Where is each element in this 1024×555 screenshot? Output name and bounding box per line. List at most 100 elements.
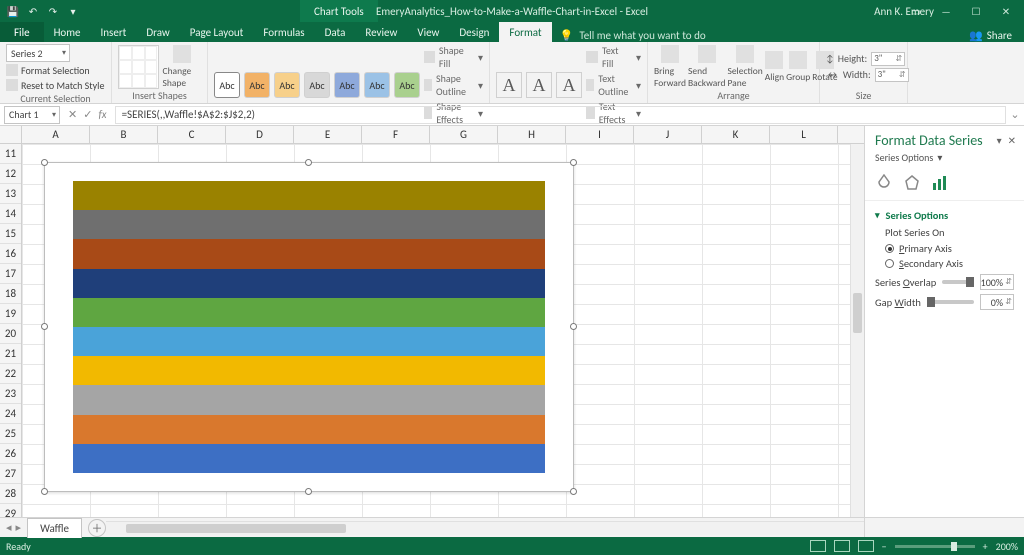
- row-header[interactable]: 13: [0, 184, 21, 204]
- fill-line-icon[interactable]: [875, 174, 893, 192]
- series-options-icon[interactable]: [931, 174, 949, 192]
- tab-file[interactable]: File: [0, 22, 44, 42]
- row-header[interactable]: 23: [0, 384, 21, 404]
- pane-close-icon[interactable]: ✕: [1008, 134, 1016, 147]
- resize-handle[interactable]: [41, 323, 48, 330]
- col-header[interactable]: K: [702, 126, 770, 143]
- sheet-nav[interactable]: ◂▸: [0, 521, 27, 534]
- shape-style-swatch[interactable]: Abc: [244, 72, 270, 98]
- vertical-scrollbar[interactable]: [850, 144, 864, 517]
- width-field[interactable]: ↔Width:3": [826, 67, 909, 83]
- chart-series-band[interactable]: [73, 385, 545, 414]
- tab-format[interactable]: Format: [499, 22, 551, 42]
- embedded-chart[interactable]: [44, 162, 574, 492]
- add-sheet-button[interactable]: ＋: [88, 519, 106, 537]
- row-header[interactable]: 15: [0, 224, 21, 244]
- col-header[interactable]: L: [770, 126, 838, 143]
- zoom-in-icon[interactable]: +: [983, 540, 988, 553]
- shape-style-gallery[interactable]: Abc Abc Abc Abc Abc Abc Abc: [214, 72, 420, 98]
- scroll-thumb[interactable]: [853, 293, 862, 333]
- row-header[interactable]: 24: [0, 404, 21, 424]
- resize-handle[interactable]: [570, 323, 577, 330]
- chart-series-band[interactable]: [73, 444, 545, 473]
- minimize-icon[interactable]: —: [932, 2, 960, 20]
- chart-plot-area[interactable]: [73, 181, 545, 473]
- expand-formula-bar-icon[interactable]: ⌄: [1006, 108, 1024, 121]
- sheet-tab-waffle[interactable]: Waffle: [27, 518, 82, 538]
- reset-style-button[interactable]: Reset to Match Style: [6, 78, 104, 92]
- shape-style-swatch[interactable]: Abc: [214, 72, 240, 98]
- row-header[interactable]: 14: [0, 204, 21, 224]
- series-options-section[interactable]: Series Options: [875, 209, 1014, 222]
- row-header[interactable]: 16: [0, 244, 21, 264]
- series-overlap-value[interactable]: 100%: [980, 274, 1014, 290]
- primary-axis-radio[interactable]: Primary Axis: [885, 242, 1014, 255]
- row-header[interactable]: 21: [0, 344, 21, 364]
- chart-series-band[interactable]: [73, 210, 545, 239]
- row-header[interactable]: 27: [0, 464, 21, 484]
- shape-style-swatch[interactable]: Abc: [274, 72, 300, 98]
- height-field[interactable]: ↕Height:3": [826, 51, 909, 67]
- tab-home[interactable]: Home: [44, 22, 91, 42]
- col-header[interactable]: J: [634, 126, 702, 143]
- zoom-level[interactable]: 200%: [996, 540, 1018, 553]
- group-objects-button[interactable]: Group: [786, 51, 810, 83]
- scroll-thumb[interactable]: [126, 524, 346, 533]
- horizontal-scrollbar[interactable]: [106, 521, 864, 535]
- row-header[interactable]: 17: [0, 264, 21, 284]
- enter-formula-icon[interactable]: ✓: [83, 108, 92, 121]
- zoom-slider[interactable]: [895, 545, 975, 548]
- row-header[interactable]: 12: [0, 164, 21, 184]
- col-header[interactable]: A: [22, 126, 90, 143]
- wordart-swatch[interactable]: A: [556, 72, 582, 98]
- chart-series-band[interactable]: [73, 415, 545, 444]
- sheet-nav-prev-icon[interactable]: ◂: [6, 521, 12, 534]
- resize-handle[interactable]: [41, 488, 48, 495]
- chart-series-band[interactable]: [73, 327, 545, 356]
- chart-series-band[interactable]: [73, 356, 545, 385]
- normal-view-icon[interactable]: [810, 540, 826, 552]
- ribbon-options-icon[interactable]: ▭: [902, 2, 930, 20]
- tab-formulas[interactable]: Formulas: [253, 22, 314, 42]
- wordart-swatch[interactable]: A: [496, 72, 522, 98]
- chart-series-band[interactable]: [73, 298, 545, 327]
- chart-element-selector[interactable]: Series 2: [6, 44, 70, 62]
- tab-view[interactable]: View: [407, 22, 449, 42]
- row-header[interactable]: 28: [0, 484, 21, 504]
- formula-input[interactable]: =SERIES(,,Waffle!$A$2:$J$2,2): [115, 106, 1006, 124]
- maximize-icon[interactable]: ☐: [962, 2, 990, 20]
- send-backward-button[interactable]: Send Backward: [688, 45, 725, 89]
- shape-style-swatch[interactable]: Abc: [394, 72, 420, 98]
- col-header[interactable]: I: [566, 126, 634, 143]
- resize-handle[interactable]: [305, 488, 312, 495]
- gap-width-value[interactable]: 0%: [980, 294, 1014, 310]
- close-icon[interactable]: ✕: [992, 2, 1020, 20]
- page-break-view-icon[interactable]: [858, 540, 874, 552]
- shape-outline-button[interactable]: Shape Outline▾: [424, 72, 483, 98]
- change-shape-button[interactable]: Change Shape: [163, 45, 202, 89]
- row-header[interactable]: 20: [0, 324, 21, 344]
- shape-style-swatch[interactable]: Abc: [304, 72, 330, 98]
- col-header[interactable]: G: [430, 126, 498, 143]
- shape-fill-button[interactable]: Shape Fill▾: [424, 44, 483, 70]
- save-icon[interactable]: 💾: [6, 4, 20, 18]
- pane-options-icon[interactable]: ▾: [997, 134, 1002, 147]
- qat-more-icon[interactable]: ▾: [66, 4, 80, 18]
- select-all-corner[interactable]: [0, 126, 22, 143]
- format-selection-button[interactable]: Format Selection: [6, 63, 90, 77]
- col-header[interactable]: F: [362, 126, 430, 143]
- col-header[interactable]: B: [90, 126, 158, 143]
- series-overlap-slider[interactable]: [942, 280, 974, 284]
- shape-gallery[interactable]: [118, 45, 159, 89]
- tell-me-search[interactable]: 💡 Tell me what you want to do: [560, 29, 706, 42]
- wordart-gallery[interactable]: A A A: [496, 72, 582, 98]
- shape-style-swatch[interactable]: Abc: [334, 72, 360, 98]
- sheet-nav-next-icon[interactable]: ▸: [16, 521, 22, 534]
- text-outline-button[interactable]: Text Outline▾: [586, 72, 641, 98]
- tab-page-layout[interactable]: Page Layout: [180, 22, 254, 42]
- page-layout-view-icon[interactable]: [834, 540, 850, 552]
- align-button[interactable]: Align: [765, 51, 784, 83]
- width-spinner[interactable]: 3": [875, 68, 909, 82]
- share-button[interactable]: 👥 Share: [957, 29, 1024, 42]
- row-header[interactable]: 11: [0, 144, 21, 164]
